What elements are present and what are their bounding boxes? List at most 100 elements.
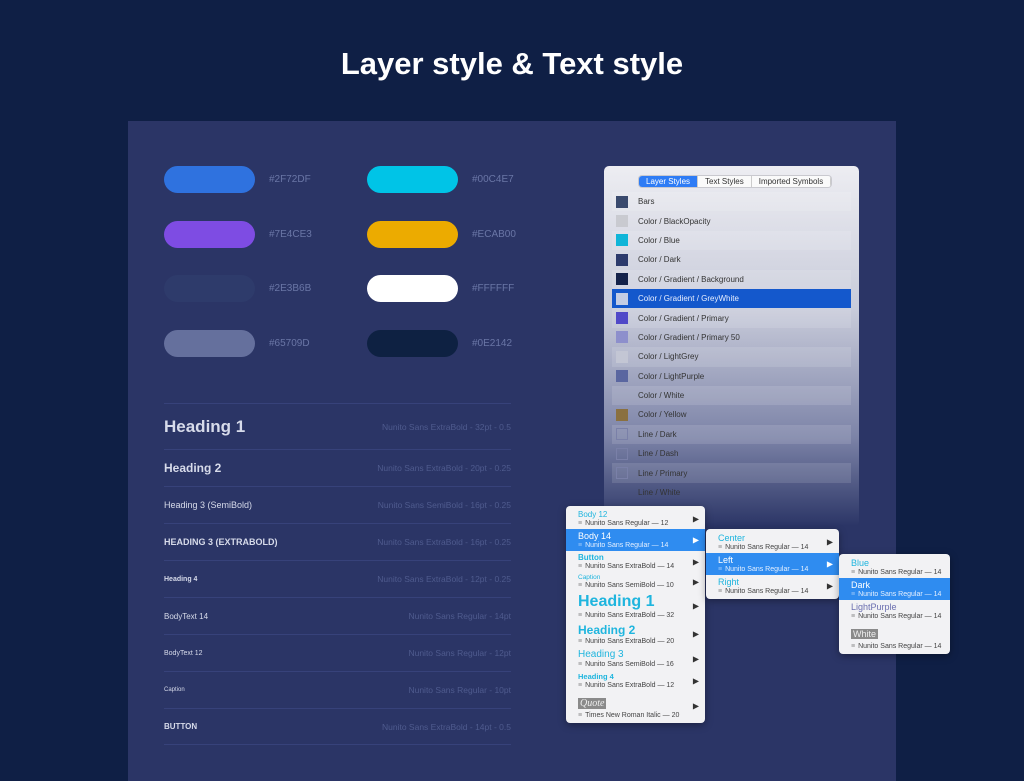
- color-swatch: [164, 166, 255, 193]
- text-style-spec: Nunito Sans Regular - 10pt: [408, 685, 511, 695]
- menu-item-subtitle: ≡ Nunito Sans Regular — 14: [851, 613, 950, 620]
- menu-item-subtitle: ≡ Nunito Sans Regular — 14: [851, 569, 950, 576]
- text-style-spec: Nunito Sans Regular - 14pt: [408, 611, 511, 621]
- align-icon: ≡: [851, 613, 856, 620]
- swatch-icon: [616, 350, 628, 363]
- menu-item[interactable]: Body 12 ≡ Nunito Sans Regular — 12 ▶: [566, 508, 705, 529]
- align-icon: ≡: [578, 563, 583, 570]
- color-swatch: [367, 329, 458, 357]
- layer-style-label: Color / Gradient / Primary: [638, 313, 729, 323]
- align-icon: ≡: [578, 542, 583, 549]
- layer-style-item[interactable]: Color / Gradient / Primary: [612, 308, 851, 328]
- align-icon: ≡: [578, 712, 583, 719]
- color-hex-label: #7E4CE3: [269, 228, 312, 240]
- menu-item[interactable]: Center ≡ Nunito Sans Regular — 14 ▶: [706, 531, 839, 553]
- color-hex-label: #2F72DF: [269, 174, 311, 185]
- text-style-row: BodyText 14 Nunito Sans Regular - 14pt: [164, 597, 511, 634]
- swatch-icon: [616, 370, 628, 383]
- menu-item[interactable]: Button ≡ Nunito Sans ExtraBold — 14 ▶: [566, 551, 705, 572]
- menu-item[interactable]: White ≡ Nunito Sans Regular — 14: [839, 622, 950, 652]
- swatch-icon: [616, 312, 628, 325]
- layer-style-item[interactable]: Line / Dash: [612, 444, 851, 463]
- tab-imported-symbols[interactable]: Imported Symbols: [751, 176, 832, 187]
- menu-item[interactable]: Body 14 ≡ Nunito Sans Regular — 14 ▶: [566, 529, 705, 551]
- layer-style-item[interactable]: Color / Yellow: [612, 405, 851, 424]
- tab-bar: Layer Styles Text Styles Imported Symbols: [639, 176, 832, 187]
- color-swatch: [367, 275, 458, 302]
- menu-item[interactable]: Blue ≡ Nunito Sans Regular — 14: [839, 556, 950, 578]
- layer-style-item[interactable]: Color / White: [612, 385, 851, 406]
- menu-item[interactable]: LightPurple ≡ Nunito Sans Regular — 14: [839, 600, 950, 622]
- text-style-spec: Nunito Sans ExtraBold - 20pt - 0.25: [377, 463, 511, 473]
- text-style-row: Heading 3 (SemiBold) Nunito Sans SemiBold…: [164, 486, 511, 523]
- tab-layer-styles[interactable]: Layer Styles: [639, 176, 699, 187]
- layer-style-item[interactable]: Color / Gradient / GreyWhite: [612, 288, 851, 309]
- layer-style-label: Color / Gradient / GreyWhite: [638, 294, 739, 304]
- swatch-icon: [616, 408, 628, 421]
- text-style-name: HEADING 3 (EXTRABOLD): [164, 537, 278, 547]
- text-style-row: BodyText 12 Nunito Sans Regular - 12pt: [164, 634, 511, 671]
- text-style-name: BUTTON: [164, 722, 198, 731]
- text-style-spec: Nunito Sans Regular - 12pt: [408, 648, 511, 658]
- menu-item-label: Heading 1: [578, 593, 655, 610]
- menu-item[interactable]: Quote ≡ Times New Roman Italic — 20 ▶: [566, 691, 705, 721]
- text-style-row: Caption Nunito Sans Regular - 10pt: [164, 671, 511, 708]
- layer-style-item[interactable]: Line / White: [612, 483, 851, 502]
- menu-item-label: Caption: [578, 574, 601, 581]
- layer-style-item[interactable]: Color / Gradient / Background: [612, 269, 851, 289]
- swatch-icon: [616, 292, 628, 305]
- layer-style-item[interactable]: Color / LightGrey: [612, 347, 851, 367]
- menu-item-font: Nunito Sans Regular — 14: [585, 542, 669, 549]
- text-style-name: Heading 1: [164, 416, 246, 436]
- text-style-menu: Body 12 ≡ Nunito Sans Regular — 12 ▶ Body 14…: [566, 506, 705, 723]
- swatch-icon: [616, 447, 628, 460]
- menu-item[interactable]: Dark ≡ Nunito Sans Regular — 14: [839, 578, 950, 600]
- swatch-icon: [616, 195, 628, 208]
- color-swatch: [367, 220, 458, 248]
- text-style-spec: Nunito Sans ExtraBold - 32pt - 0.5: [382, 421, 511, 432]
- submenu-arrow-icon: ▶: [692, 701, 699, 711]
- menu-item[interactable]: Heading 3 ≡ Nunito Sans SemiBold — 16 ▶: [566, 647, 705, 670]
- align-icon: ≡: [718, 588, 723, 595]
- layer-style-item[interactable]: Color / LightPurple: [612, 367, 851, 386]
- layer-style-label: Color / Blue: [638, 235, 680, 245]
- text-style-name: Heading 4: [164, 575, 198, 583]
- align-icon: ≡: [578, 582, 583, 589]
- swatch-icon: [616, 467, 628, 480]
- text-style-name: BodyText 12: [164, 649, 203, 657]
- text-style-row: Heading 1 Nunito Sans ExtraBold - 32pt - …: [164, 403, 511, 449]
- menu-item-subtitle: ≡ Nunito Sans Regular — 12: [578, 520, 705, 527]
- menu-item-label: Blue: [851, 558, 870, 568]
- layer-style-label: Color / BlackOpacity: [638, 216, 711, 226]
- menu-item-subtitle: ≡ Nunito Sans ExtraBold — 14: [578, 563, 705, 570]
- layer-style-item[interactable]: Color / Gradient / Primary 50: [612, 328, 851, 347]
- menu-item[interactable]: Heading 4 ≡ Nunito Sans ExtraBold — 12 ▶: [566, 670, 705, 691]
- menu-item[interactable]: Caption ≡ Nunito Sans SemiBold — 10 ▶: [566, 572, 705, 591]
- menu-item-font: Nunito Sans SemiBold — 16: [585, 661, 674, 668]
- alignment-submenu: Center ≡ Nunito Sans Regular — 14 ▶ Left ≡ Nun…: [706, 529, 839, 599]
- menu-item-font: Nunito Sans Regular — 14: [725, 544, 809, 551]
- menu-item[interactable]: Heading 1 ≡ Nunito Sans ExtraBold — 32 ▶: [566, 591, 705, 621]
- layer-style-item[interactable]: Color / Blue: [612, 230, 851, 251]
- menu-item-font: Nunito Sans Regular — 14: [858, 613, 942, 620]
- color-hex-label: #2E3B6B: [269, 283, 312, 294]
- menu-item[interactable]: Left ≡ Nunito Sans Regular — 14 ▶: [706, 553, 839, 575]
- tab-text-styles[interactable]: Text Styles: [698, 176, 752, 187]
- layer-style-label: Color / Dark: [638, 255, 681, 265]
- menu-item-subtitle: ≡ Nunito Sans SemiBold — 10: [578, 582, 705, 589]
- menu-item-font: Nunito Sans SemiBold — 10: [585, 582, 674, 589]
- layer-style-item[interactable]: Color / BlackOpacity: [612, 211, 851, 230]
- layer-style-item[interactable]: Bars: [612, 192, 851, 212]
- layer-style-item[interactable]: Color / Dark: [612, 250, 851, 269]
- align-icon: ≡: [578, 638, 583, 645]
- menu-item[interactable]: Right ≡ Nunito Sans Regular — 14 ▶: [706, 575, 839, 597]
- menu-item-subtitle: ≡ Nunito Sans ExtraBold — 32: [578, 612, 705, 619]
- submenu-arrow-icon: ▶: [692, 654, 699, 663]
- menu-item-subtitle: ≡ Nunito Sans Regular — 14: [578, 542, 705, 549]
- menu-item-label: Heading 3: [578, 649, 624, 660]
- color-hex-label: #65709D: [269, 337, 310, 349]
- layer-style-item[interactable]: Line / Dark: [612, 424, 851, 445]
- menu-item[interactable]: Heading 2 ≡ Nunito Sans ExtraBold — 20 ▶: [566, 621, 705, 647]
- submenu-arrow-icon: ▶: [692, 629, 699, 639]
- layer-style-item[interactable]: Line / Primary: [612, 463, 851, 483]
